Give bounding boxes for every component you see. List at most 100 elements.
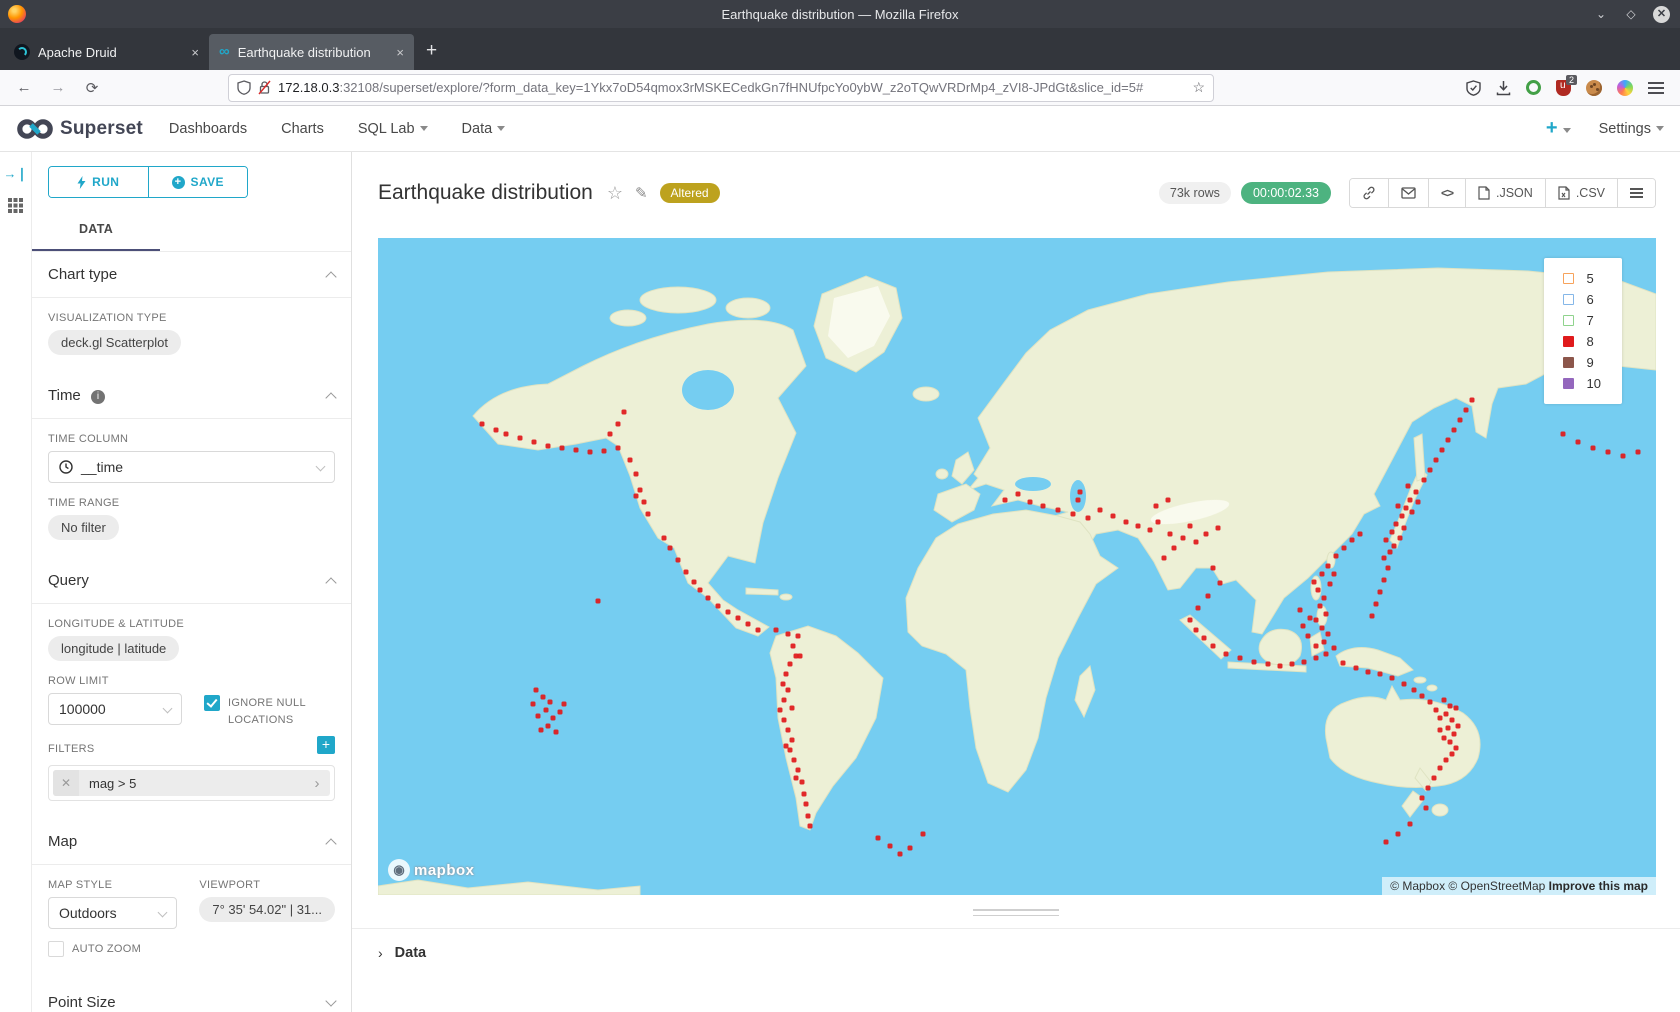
- new-tab-button[interactable]: +: [426, 40, 437, 62]
- datasource-grid-icon[interactable]: [8, 198, 23, 213]
- nav-charts[interactable]: Charts: [281, 121, 324, 137]
- viz-type-pill[interactable]: deck.gl Scatterplot: [48, 330, 181, 355]
- row-limit-select[interactable]: 100000: [48, 693, 182, 725]
- back-icon[interactable]: ←: [10, 79, 38, 96]
- section-point-size[interactable]: Point Size: [32, 980, 351, 1012]
- earthquake-point: [1224, 652, 1229, 657]
- tab-data[interactable]: DATA: [32, 210, 160, 251]
- deckgl-scatter-map[interactable]: 5678910 ◉ mapbox © Mapbox © OpenStreetMa…: [378, 238, 1656, 895]
- browser-tab-earthquake-distribution[interactable]: ∞ Earthquake distribution ×: [209, 34, 414, 70]
- window-close-icon[interactable]: ✕: [1653, 6, 1670, 23]
- chart-menu-button[interactable]: [1618, 179, 1655, 207]
- run-button[interactable]: RUN: [49, 167, 148, 197]
- reload-icon[interactable]: ⟳: [78, 79, 106, 97]
- filter-item[interactable]: ✕ mag > 5 ›: [53, 770, 330, 796]
- section-chart-type[interactable]: Chart type: [32, 252, 351, 298]
- edit-properties-icon[interactable]: ✎: [635, 184, 648, 202]
- earthquake-point: [554, 730, 559, 735]
- legend-item[interactable]: 5: [1544, 268, 1622, 289]
- chevron-down-icon: [316, 461, 326, 471]
- export-csv-button[interactable]: .CSV: [1546, 179, 1618, 207]
- earthquake-point: [1168, 532, 1173, 537]
- copy-link-button[interactable]: [1350, 179, 1389, 207]
- earthquake-point: [1041, 504, 1046, 509]
- nav-sql-lab[interactable]: SQL Lab: [358, 121, 428, 137]
- legend-item[interactable]: 7: [1544, 310, 1622, 331]
- nav-data[interactable]: Data: [462, 121, 506, 137]
- chevron-right-icon[interactable]: ›: [378, 945, 383, 961]
- section-map[interactable]: Map: [32, 819, 351, 865]
- browser-tab-apache-druid[interactable]: Apache Druid ×: [4, 34, 209, 70]
- data-results-panel[interactable]: › Data: [352, 928, 1680, 961]
- resize-drag-handle[interactable]: [973, 909, 1059, 916]
- add-new-button[interactable]: +: [1546, 117, 1571, 140]
- info-icon[interactable]: i: [91, 390, 105, 404]
- time-range-pill[interactable]: No filter: [48, 515, 119, 540]
- section-time[interactable]: Time i: [32, 373, 351, 419]
- earthquake-point: [1374, 602, 1379, 607]
- map-style-select[interactable]: Outdoors: [48, 897, 177, 929]
- checkbox-checked-icon[interactable]: [204, 695, 220, 711]
- insecure-lock-icon[interactable]: [258, 80, 271, 95]
- bookmark-star-icon[interactable]: ☆: [1192, 79, 1205, 96]
- favorite-star-icon[interactable]: ☆: [607, 183, 623, 204]
- tab-close-icon[interactable]: ×: [191, 45, 199, 60]
- extension-pinwheel-icon[interactable]: [1617, 80, 1633, 96]
- earthquake-point: [1408, 498, 1413, 503]
- earthquake-point: [790, 738, 795, 743]
- forward-icon[interactable]: →: [44, 79, 72, 96]
- mapbox-logo[interactable]: ◉ mapbox: [388, 859, 475, 881]
- embed-code-button[interactable]: <>: [1429, 179, 1466, 207]
- earthquake-point: [1211, 566, 1216, 571]
- improve-map-link[interactable]: Improve this map: [1549, 879, 1648, 893]
- window-maximize-icon[interactable]: ◇: [1623, 7, 1639, 21]
- earthquake-point: [1438, 727, 1443, 732]
- earthquake-point: [1470, 398, 1475, 403]
- earthquake-point: [646, 512, 651, 517]
- checkbox-empty-icon[interactable]: [48, 941, 64, 957]
- ignore-null-checkbox-row[interactable]: IGNORE NULL LOCATIONS: [204, 695, 335, 729]
- email-button[interactable]: [1389, 179, 1429, 207]
- expand-filter-icon[interactable]: ›: [304, 775, 330, 792]
- url-bar[interactable]: 172.18.0.3:32108/superset/explore/?form_…: [228, 74, 1214, 102]
- query-timer-badge: 00:00:02.33: [1241, 182, 1331, 204]
- url-text[interactable]: 172.18.0.3:32108/superset/explore/?form_…: [278, 80, 1185, 95]
- earthquake-point: [1166, 498, 1171, 503]
- earthquake-point: [1216, 526, 1221, 531]
- collapse-panel-icon[interactable]: →❘: [4, 166, 28, 182]
- legend-item[interactable]: 10: [1544, 373, 1622, 394]
- auto-zoom-checkbox-row[interactable]: AUTO ZOOM: [48, 941, 177, 958]
- legend-item[interactable]: 8: [1544, 331, 1622, 352]
- clock-icon: [59, 460, 73, 474]
- export-json-button[interactable]: .JSON: [1466, 179, 1546, 207]
- cookie-extension-icon[interactable]: [1586, 80, 1602, 96]
- superset-logo[interactable]: Superset: [16, 117, 143, 141]
- extension-green-icon[interactable]: [1526, 80, 1541, 95]
- url-host: 172.18.0.3: [278, 80, 339, 95]
- nav-dashboards[interactable]: Dashboards: [169, 121, 247, 137]
- legend-item[interactable]: 6: [1544, 289, 1622, 310]
- tab-close-icon[interactable]: ×: [396, 45, 404, 60]
- earthquake-point: [1414, 490, 1419, 495]
- save-button[interactable]: + SAVE: [148, 167, 248, 197]
- earthquake-point: [1438, 766, 1443, 771]
- window-minimize-icon[interactable]: ⌄: [1593, 7, 1609, 21]
- browser-menu-icon[interactable]: [1648, 82, 1664, 94]
- lonlat-pill[interactable]: longitude | latitude: [48, 636, 179, 661]
- add-filter-button[interactable]: +: [317, 736, 335, 754]
- earthquake-point: [517, 436, 522, 441]
- earthquake-point: [1238, 656, 1243, 661]
- time-column-select[interactable]: __time: [48, 451, 335, 483]
- earthquake-point: [1162, 556, 1167, 561]
- legend-item[interactable]: 9: [1544, 352, 1622, 373]
- earthquake-point: [1438, 716, 1443, 721]
- remove-filter-icon[interactable]: ✕: [53, 770, 79, 796]
- tracking-shield-icon[interactable]: [237, 80, 251, 95]
- protections-shield-icon[interactable]: [1466, 80, 1481, 96]
- settings-menu[interactable]: Settings: [1599, 121, 1664, 137]
- ublock-shield-icon[interactable]: 2: [1556, 80, 1571, 96]
- earthquake-point: [596, 599, 601, 604]
- viewport-pill[interactable]: 7° 35' 54.02" | 31...: [199, 897, 335, 922]
- downloads-icon[interactable]: [1496, 80, 1511, 96]
- section-query[interactable]: Query: [32, 558, 351, 604]
